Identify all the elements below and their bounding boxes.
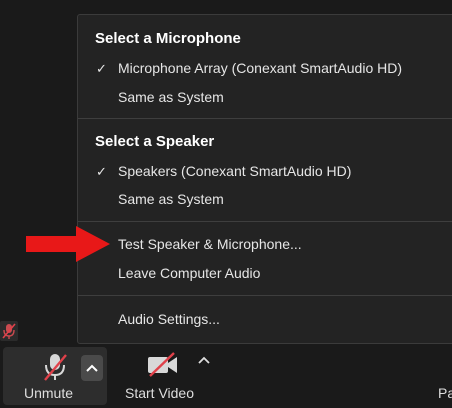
red-arrow-icon: [26, 226, 110, 262]
muted-indicator: [0, 321, 18, 341]
chevron-up-icon[interactable]: [198, 356, 210, 364]
microphone-muted-icon: [44, 354, 67, 381]
unmute-label: Unmute: [24, 385, 74, 401]
menu-item-label: Microphone Array (Conexant SmartAudio HD…: [118, 60, 403, 76]
microphone-section-heading: Select a Microphone: [95, 30, 241, 47]
chevron-up-icon: [86, 364, 98, 372]
divider: [78, 221, 452, 222]
participants-label[interactable]: Pa: [438, 385, 452, 401]
menu-item-label: Speakers (Conexant SmartAudio HD): [118, 163, 352, 179]
start-video-label: Start Video: [125, 385, 195, 401]
menu-item-label: Test Speaker & Microphone...: [118, 236, 302, 252]
speaker-section-heading: Select a Speaker: [95, 133, 215, 150]
menu-item-label: Same as System: [118, 89, 224, 105]
checkmark-icon: ✓: [96, 164, 107, 179]
menu-item-label: Same as System: [118, 191, 224, 207]
microphone-muted-icon: [2, 323, 16, 339]
unmute-button[interactable]: Unmute: [3, 347, 107, 405]
audio-options-menu: Select a Microphone ✓ Microphone Array (…: [77, 14, 452, 344]
meeting-toolbar: Unmute Start Video Pa: [0, 344, 452, 408]
checkmark-icon: ✓: [96, 61, 107, 76]
audio-options-button[interactable]: [81, 355, 103, 381]
menu-item-label: Audio Settings...: [118, 311, 220, 327]
divider: [78, 118, 452, 119]
divider: [78, 295, 452, 296]
menu-item-label: Leave Computer Audio: [118, 265, 261, 281]
video-off-icon: [148, 352, 177, 377]
